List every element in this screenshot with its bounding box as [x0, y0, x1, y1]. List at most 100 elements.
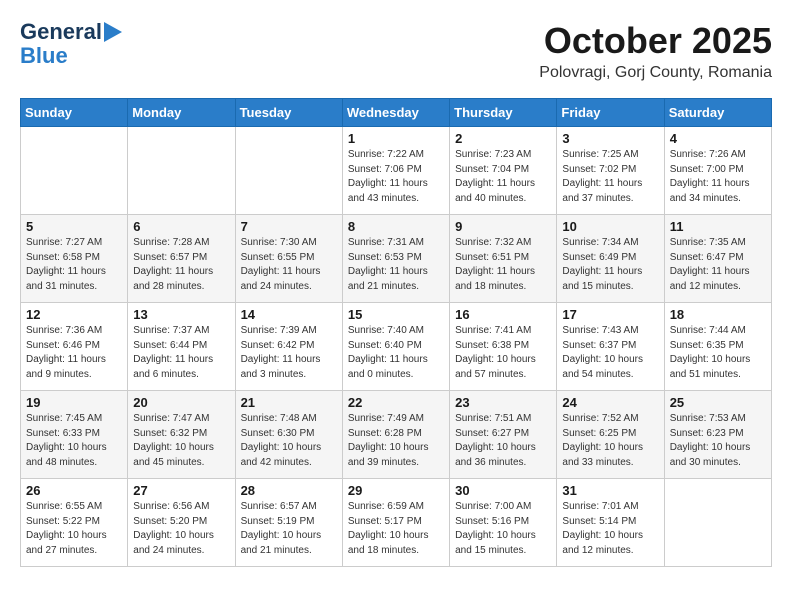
day-number: 2 — [455, 131, 551, 146]
calendar-cell: 25 Sunrise: 7:53 AM Sunset: 6:23 PM Dayli… — [664, 391, 771, 479]
calendar-cell: 24 Sunrise: 7:52 AM Sunset: 6:25 PM Dayli… — [557, 391, 664, 479]
day-number: 1 — [348, 131, 444, 146]
calendar-cell: 30 Sunrise: 7:00 AM Sunset: 5:16 PM Dayli… — [450, 479, 557, 567]
day-info: Sunrise: 7:27 AM Sunset: 6:58 PM Dayligh… — [26, 236, 122, 294]
calendar-cell: 3Sunrise: 7:25 AM Sunset: 7:02 PM Daylig… — [557, 127, 664, 215]
calendar-cell: 23 Sunrise: 7:51 AM Sunset: 6:27 PM Dayli… — [450, 391, 557, 479]
day-number: 18 — [670, 307, 766, 322]
day-number: 8 — [348, 219, 444, 234]
day-number: 23 — [455, 395, 551, 410]
weekday-header-thursday: Thursday — [450, 99, 557, 127]
calendar-cell: 12 Sunrise: 7:36 AM Sunset: 6:46 PM Dayli… — [21, 303, 128, 391]
weekday-header-tuesday: Tuesday — [235, 99, 342, 127]
calendar-cell: 17Sunrise: 7:43 AM Sunset: 6:37 PM Dayli… — [557, 303, 664, 391]
calendar-week-5: 26 Sunrise: 6:55 AM Sunset: 5:22 PM Dayli… — [21, 479, 772, 567]
day-info: Sunrise: 6:56 AM Sunset: 5:20 PM Dayligh… — [133, 500, 229, 558]
calendar-cell: 21 Sunrise: 7:48 AM Sunset: 6:30 PM Dayli… — [235, 391, 342, 479]
day-info: Sunrise: 7:36 AM Sunset: 6:46 PM Dayligh… — [26, 324, 122, 382]
day-info: Sunrise: 7:47 AM Sunset: 6:32 PM Dayligh… — [133, 412, 229, 470]
calendar-cell: 9 Sunrise: 7:32 AM Sunset: 6:51 PM Daylig… — [450, 215, 557, 303]
day-info: Sunrise: 7:52 AM Sunset: 6:25 PM Dayligh… — [562, 412, 658, 470]
calendar-cell: 5 Sunrise: 7:27 AM Sunset: 6:58 PM Daylig… — [21, 215, 128, 303]
calendar-cell: 26 Sunrise: 6:55 AM Sunset: 5:22 PM Dayli… — [21, 479, 128, 567]
location-text: Polovragi, Gorj County, Romania — [539, 64, 772, 82]
calendar-cell: 11Sunrise: 7:35 AM Sunset: 6:47 PM Dayli… — [664, 215, 771, 303]
calendar-table: SundayMondayTuesdayWednesdayThursdayFrid… — [20, 98, 772, 567]
calendar-cell: 2Sunrise: 7:23 AM Sunset: 7:04 PM Daylig… — [450, 127, 557, 215]
weekday-header-row: SundayMondayTuesdayWednesdayThursdayFrid… — [21, 99, 772, 127]
day-number: 26 — [26, 483, 122, 498]
day-info: Sunrise: 7:53 AM Sunset: 6:23 PM Dayligh… — [670, 412, 766, 470]
day-info: Sunrise: 7:30 AM Sunset: 6:55 PM Dayligh… — [241, 236, 337, 294]
day-number: 14 — [241, 307, 337, 322]
calendar-cell: 4 Sunrise: 7:26 AM Sunset: 7:00 PM Daylig… — [664, 127, 771, 215]
day-info: Sunrise: 7:37 AM Sunset: 6:44 PM Dayligh… — [133, 324, 229, 382]
day-info: Sunrise: 7:28 AM Sunset: 6:57 PM Dayligh… — [133, 236, 229, 294]
calendar-cell: 10 Sunrise: 7:34 AM Sunset: 6:49 PM Dayli… — [557, 215, 664, 303]
day-number: 19 — [26, 395, 122, 410]
calendar-week-1: 1Sunrise: 7:22 AM Sunset: 7:06 PM Daylig… — [21, 127, 772, 215]
title-block: October 2025 Polovragi, Gorj County, Rom… — [539, 20, 772, 82]
day-info: Sunrise: 7:45 AM Sunset: 6:33 PM Dayligh… — [26, 412, 122, 470]
day-number: 29 — [348, 483, 444, 498]
calendar-cell: 20Sunrise: 7:47 AM Sunset: 6:32 PM Dayli… — [128, 391, 235, 479]
logo-blue: Blue — [20, 44, 68, 68]
weekday-header-saturday: Saturday — [664, 99, 771, 127]
day-info: Sunrise: 7:32 AM Sunset: 6:51 PM Dayligh… — [455, 236, 551, 294]
calendar-cell: 22 Sunrise: 7:49 AM Sunset: 6:28 PM Dayli… — [342, 391, 449, 479]
day-info: Sunrise: 7:51 AM Sunset: 6:27 PM Dayligh… — [455, 412, 551, 470]
day-info: Sunrise: 7:26 AM Sunset: 7:00 PM Dayligh… — [670, 148, 766, 206]
day-info: Sunrise: 7:00 AM Sunset: 5:16 PM Dayligh… — [455, 500, 551, 558]
calendar-cell: 29 Sunrise: 6:59 AM Sunset: 5:17 PM Dayli… — [342, 479, 449, 567]
day-number: 7 — [241, 219, 337, 234]
calendar-cell: 28Sunrise: 6:57 AM Sunset: 5:19 PM Dayli… — [235, 479, 342, 567]
calendar-cell — [128, 127, 235, 215]
calendar-week-2: 5 Sunrise: 7:27 AM Sunset: 6:58 PM Daylig… — [21, 215, 772, 303]
day-info: Sunrise: 7:40 AM Sunset: 6:40 PM Dayligh… — [348, 324, 444, 382]
day-number: 5 — [26, 219, 122, 234]
day-number: 31 — [562, 483, 658, 498]
day-number: 10 — [562, 219, 658, 234]
day-info: Sunrise: 7:35 AM Sunset: 6:47 PM Dayligh… — [670, 236, 766, 294]
calendar-week-3: 12 Sunrise: 7:36 AM Sunset: 6:46 PM Dayli… — [21, 303, 772, 391]
day-number: 13 — [133, 307, 229, 322]
day-number: 24 — [562, 395, 658, 410]
day-info: Sunrise: 7:01 AM Sunset: 5:14 PM Dayligh… — [562, 500, 658, 558]
logo-arrow-icon — [104, 22, 122, 42]
weekday-header-wednesday: Wednesday — [342, 99, 449, 127]
day-info: Sunrise: 7:49 AM Sunset: 6:28 PM Dayligh… — [348, 412, 444, 470]
weekday-header-friday: Friday — [557, 99, 664, 127]
weekday-header-monday: Monday — [128, 99, 235, 127]
day-info: Sunrise: 7:48 AM Sunset: 6:30 PM Dayligh… — [241, 412, 337, 470]
day-number: 21 — [241, 395, 337, 410]
day-number: 28 — [241, 483, 337, 498]
page-header: General Blue October 2025 Polovragi, Gor… — [20, 20, 772, 82]
calendar-cell: 19 Sunrise: 7:45 AM Sunset: 6:33 PM Dayli… — [21, 391, 128, 479]
day-number: 12 — [26, 307, 122, 322]
day-info: Sunrise: 7:34 AM Sunset: 6:49 PM Dayligh… — [562, 236, 658, 294]
calendar-cell: 8 Sunrise: 7:31 AM Sunset: 6:53 PM Daylig… — [342, 215, 449, 303]
day-info: Sunrise: 6:55 AM Sunset: 5:22 PM Dayligh… — [26, 500, 122, 558]
calendar-cell: 7 Sunrise: 7:30 AM Sunset: 6:55 PM Daylig… — [235, 215, 342, 303]
day-number: 22 — [348, 395, 444, 410]
day-number: 27 — [133, 483, 229, 498]
calendar-cell — [664, 479, 771, 567]
calendar-cell: 18 Sunrise: 7:44 AM Sunset: 6:35 PM Dayli… — [664, 303, 771, 391]
calendar-cell: 31 Sunrise: 7:01 AM Sunset: 5:14 PM Dayli… — [557, 479, 664, 567]
day-info: Sunrise: 7:39 AM Sunset: 6:42 PM Dayligh… — [241, 324, 337, 382]
calendar-cell: 16Sunrise: 7:41 AM Sunset: 6:38 PM Dayli… — [450, 303, 557, 391]
day-number: 3 — [562, 131, 658, 146]
day-info: Sunrise: 7:44 AM Sunset: 6:35 PM Dayligh… — [670, 324, 766, 382]
logo: General Blue — [20, 20, 122, 68]
day-number: 9 — [455, 219, 551, 234]
day-info: Sunrise: 7:31 AM Sunset: 6:53 PM Dayligh… — [348, 236, 444, 294]
month-title: October 2025 — [539, 20, 772, 62]
calendar-cell — [21, 127, 128, 215]
calendar-cell: 14 Sunrise: 7:39 AM Sunset: 6:42 PM Dayli… — [235, 303, 342, 391]
day-number: 25 — [670, 395, 766, 410]
day-info: Sunrise: 6:59 AM Sunset: 5:17 PM Dayligh… — [348, 500, 444, 558]
day-number: 17 — [562, 307, 658, 322]
day-number: 30 — [455, 483, 551, 498]
calendar-cell: 13 Sunrise: 7:37 AM Sunset: 6:44 PM Dayli… — [128, 303, 235, 391]
day-number: 4 — [670, 131, 766, 146]
